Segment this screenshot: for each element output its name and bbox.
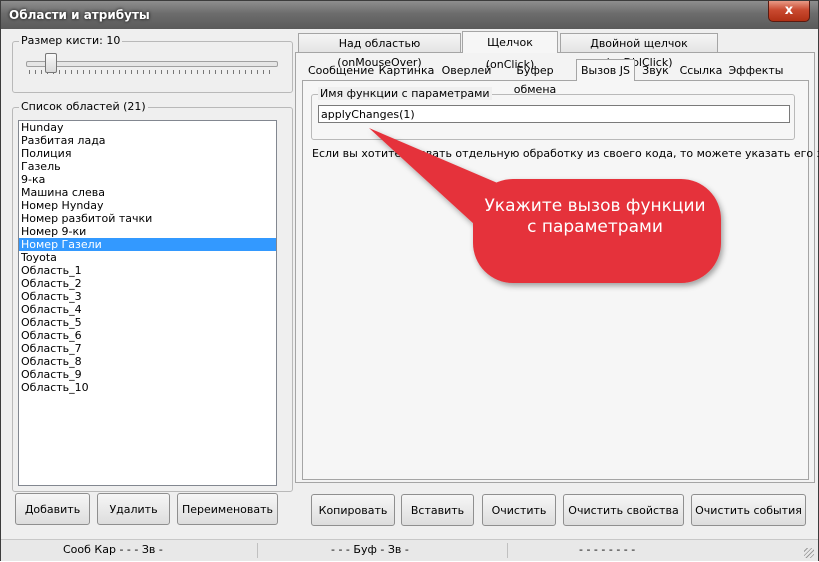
clear-button[interactable]: Очистить (482, 494, 556, 526)
clear-events-button[interactable]: Очистить события (691, 494, 806, 526)
status-bar: Сооб Кар - - - Зв - - - - Буф - Зв - - -… (1, 539, 818, 561)
status-separator (257, 543, 258, 558)
status-separator (507, 543, 508, 558)
status-left: Сооб Кар - - - Зв - (63, 543, 163, 556)
callout-text: Укажите вызов функции с параметрами (484, 196, 706, 237)
clear-properties-button[interactable]: Очистить свойства (563, 494, 684, 526)
paste-button[interactable]: Вставить (401, 494, 474, 526)
dialog-window: Области и атрибуты x Размер кисти: 10 Сп… (0, 0, 819, 561)
status-middle: - - - Буф - Зв - (331, 543, 409, 556)
resize-grip[interactable] (804, 548, 814, 558)
callout-bubble (369, 128, 721, 283)
copy-button[interactable]: Копировать (311, 494, 395, 526)
status-right: - - - - - - - - (579, 543, 636, 556)
